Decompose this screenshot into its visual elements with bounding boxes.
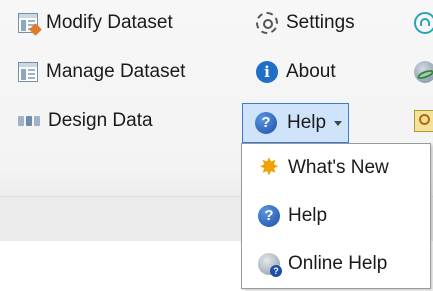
menu-item-label: Help bbox=[288, 205, 328, 226]
new-star-icon: ✸ bbox=[258, 154, 280, 181]
manage-dataset-icon bbox=[18, 62, 38, 82]
menu-item-label: What's New bbox=[288, 157, 389, 178]
about-button[interactable]: i About bbox=[256, 58, 336, 86]
design-data-button[interactable]: Design Data bbox=[18, 107, 153, 135]
online-help-icon: ? bbox=[258, 253, 282, 277]
menu-item-label: Online Help bbox=[288, 253, 388, 274]
gear-icon bbox=[256, 12, 278, 34]
cloud-sync-icon[interactable] bbox=[414, 12, 433, 34]
modify-dataset-button[interactable]: Modify Dataset bbox=[18, 9, 173, 37]
about-label: About bbox=[286, 61, 336, 82]
help-icon: ? bbox=[255, 112, 277, 134]
modify-dataset-label: Modify Dataset bbox=[46, 12, 173, 33]
settings-label: Settings bbox=[286, 12, 355, 33]
modify-dataset-icon bbox=[18, 13, 42, 36]
design-data-icon bbox=[18, 114, 40, 128]
manage-dataset-button[interactable]: Manage Dataset bbox=[18, 58, 185, 86]
menu-item-online-help[interactable]: ? Online Help bbox=[242, 244, 430, 284]
license-key-icon[interactable] bbox=[414, 110, 433, 132]
web-globe-icon[interactable] bbox=[414, 61, 433, 83]
help-button-label: Help bbox=[287, 112, 327, 133]
manage-dataset-label: Manage Dataset bbox=[46, 61, 186, 82]
design-data-label: Design Data bbox=[48, 110, 153, 131]
settings-button[interactable]: Settings bbox=[256, 9, 355, 37]
menu-item-help[interactable]: ? Help bbox=[242, 196, 430, 236]
info-icon: i bbox=[256, 61, 278, 83]
chevron-down-icon[interactable] bbox=[334, 120, 343, 126]
help-icon: ? bbox=[258, 205, 280, 227]
menu-item-whats-new[interactable]: ✸ What's New bbox=[242, 148, 430, 188]
help-dropdown-button[interactable]: ? Help bbox=[242, 103, 349, 143]
help-menu: ✸ What's New ? Help ? Online Help bbox=[241, 143, 431, 289]
